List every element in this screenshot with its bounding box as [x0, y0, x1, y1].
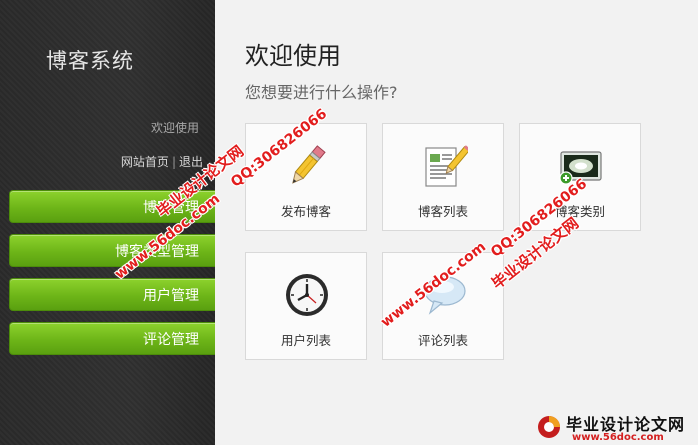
nav-item-blog-management[interactable]: 博客管理: [9, 190, 215, 223]
link-separator: |: [171, 155, 176, 169]
tile-blog-list[interactable]: 博客列表: [382, 123, 504, 231]
tile-label: 博客列表: [417, 204, 468, 219]
tile-user-list[interactable]: 用户列表: [245, 252, 367, 360]
logo-mark-icon: [538, 416, 560, 438]
footer-logo: 毕业设计论文网 www.56doc.com: [532, 408, 698, 445]
tile-comment-list[interactable]: 评论列表: [382, 252, 504, 360]
site-links: 网站首页 | 退出: [121, 153, 203, 170]
speech-bubble-icon: [424, 276, 466, 315]
clock-icon: [286, 274, 328, 316]
nav-item-blog-type-management[interactable]: 博客类型管理: [9, 234, 215, 267]
welcome-label: 欢迎使用: [150, 121, 199, 135]
image-add-icon: [559, 151, 602, 185]
home-link[interactable]: 网站首页: [121, 155, 169, 169]
tile-label: 发布博客: [280, 204, 331, 219]
logout-link[interactable]: 退出: [179, 155, 203, 169]
tile-label: 用户列表: [280, 333, 331, 348]
pencil-icon: [292, 145, 326, 184]
nav-item-comment-management[interactable]: 评论管理: [9, 322, 215, 355]
tile-publish-blog[interactable]: 发布博客: [245, 123, 367, 231]
sidebar: 博客系统 欢迎使用 网站首页 | 退出 博客管理 博客类型管理 用户管理 评论管理: [0, 0, 215, 445]
main-content: 欢迎使用 您想要进行什么操作? 发布博客 博客列表 博客类别 用户列表 评论列表: [215, 0, 698, 445]
tile-label: 博客类别: [554, 204, 605, 219]
footer-site-url: www.56doc.com: [572, 432, 664, 443]
tile-blog-category[interactable]: 博客类别: [519, 123, 641, 231]
page-title: 欢迎使用: [245, 42, 341, 70]
app-title: 博客系统: [46, 49, 134, 73]
tile-label: 评论列表: [417, 333, 468, 348]
page-subtitle: 您想要进行什么操作?: [245, 83, 398, 102]
document-pencil-icon: [425, 145, 468, 187]
nav-item-user-management[interactable]: 用户管理: [9, 278, 215, 311]
sidebar-nav: 博客管理 博客类型管理 用户管理 评论管理: [9, 190, 215, 366]
